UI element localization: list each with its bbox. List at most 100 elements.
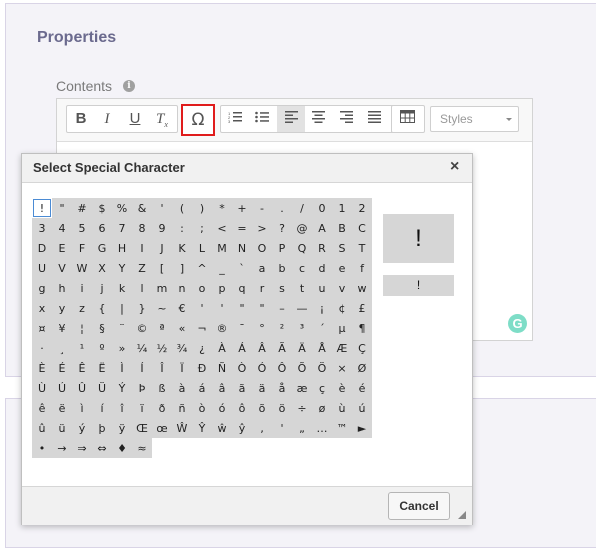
close-icon[interactable]: × [450, 158, 459, 176]
align-right-button[interactable] [334, 107, 358, 131]
character-cell[interactable]: $ [92, 198, 112, 218]
character-cell[interactable]: ≈ [132, 438, 152, 458]
character-cell[interactable]: Z [132, 258, 152, 278]
character-cell[interactable]: ÷ [292, 398, 312, 418]
character-cell[interactable]: ê [32, 398, 52, 418]
character-cell[interactable]: » [112, 338, 132, 358]
character-cell[interactable]: Ò [232, 358, 252, 378]
character-cell[interactable]: g [32, 278, 52, 298]
character-cell[interactable]: ï [132, 398, 152, 418]
grammarly-icon[interactable]: G [508, 314, 527, 333]
character-cell[interactable]: i [72, 278, 92, 298]
character-cell[interactable]: I [132, 238, 152, 258]
character-cell[interactable]: ¶ [352, 318, 372, 338]
character-cell[interactable]: → [52, 438, 72, 458]
character-cell[interactable]: Ŷ [192, 418, 212, 438]
character-cell[interactable]: [ [152, 258, 172, 278]
character-cell[interactable]: m [152, 278, 172, 298]
character-cell[interactable]: · [32, 338, 52, 358]
character-cell[interactable]: Þ [132, 378, 152, 398]
character-cell[interactable]: ' [192, 298, 212, 318]
character-cell[interactable]: 2 [352, 198, 372, 218]
character-cell[interactable]: — [292, 298, 312, 318]
character-cell[interactable]: œ [152, 418, 172, 438]
character-cell[interactable]: % [112, 198, 132, 218]
character-cell[interactable]: - [252, 198, 272, 218]
character-cell[interactable]: N [232, 238, 252, 258]
character-cell[interactable]: „ [292, 418, 312, 438]
clear-format-button[interactable]: Tx [150, 107, 174, 131]
character-cell[interactable]: ô [232, 398, 252, 418]
character-cell[interactable]: A [312, 218, 332, 238]
character-cell[interactable]: æ [292, 378, 312, 398]
character-cell[interactable]: î [112, 398, 132, 418]
character-cell[interactable]: M [212, 238, 232, 258]
cancel-button[interactable]: Cancel [388, 492, 450, 520]
character-cell[interactable]: k [112, 278, 132, 298]
character-cell[interactable]: | [112, 298, 132, 318]
character-cell[interactable]: ë [52, 398, 72, 418]
character-cell[interactable]: ¾ [172, 338, 192, 358]
character-cell[interactable]: } [132, 298, 152, 318]
character-cell[interactable]: ♦ [112, 438, 132, 458]
character-cell[interactable]: ½ [152, 338, 172, 358]
character-cell[interactable]: … [312, 418, 332, 438]
character-cell[interactable]: â [212, 378, 232, 398]
character-cell[interactable]: ö [272, 398, 292, 418]
character-cell[interactable]: É [52, 358, 72, 378]
character-cell[interactable]: ; [192, 218, 212, 238]
character-cell[interactable]: 6 [92, 218, 112, 238]
character-cell[interactable]: V [52, 258, 72, 278]
character-cell[interactable]: Ì [112, 358, 132, 378]
character-cell[interactable]: ŷ [232, 418, 252, 438]
character-cell[interactable]: C [352, 218, 372, 238]
character-cell[interactable]: È [32, 358, 52, 378]
character-cell[interactable]: ø [312, 398, 332, 418]
character-cell[interactable]: ) [192, 198, 212, 218]
character-cell[interactable]: Q [292, 238, 312, 258]
character-cell[interactable]: q [232, 278, 252, 298]
character-cell[interactable]: ° [252, 318, 272, 338]
character-cell[interactable]: ß [152, 378, 172, 398]
character-cell[interactable]: ™ [332, 418, 352, 438]
character-cell[interactable]: * [212, 198, 232, 218]
character-cell[interactable]: O [252, 238, 272, 258]
resize-handle-icon[interactable] [458, 511, 466, 519]
character-cell[interactable]: Æ [332, 338, 352, 358]
character-cell[interactable]: " [52, 198, 72, 218]
character-cell[interactable]: Ü [92, 378, 112, 398]
character-cell[interactable]: ⇒ [72, 438, 92, 458]
character-cell[interactable]: « [172, 318, 192, 338]
character-cell[interactable]: á [192, 378, 212, 398]
character-cell[interactable]: L [192, 238, 212, 258]
character-cell[interactable]: # [72, 198, 92, 218]
align-center-button[interactable] [306, 107, 330, 131]
character-cell[interactable]: Ú [52, 378, 72, 398]
character-cell[interactable]: ã [232, 378, 252, 398]
character-cell[interactable]: y [52, 298, 72, 318]
character-cell[interactable]: < [212, 218, 232, 238]
character-cell[interactable]: • [32, 438, 52, 458]
character-cell[interactable]: Ý [112, 378, 132, 398]
character-cell[interactable]: ^ [192, 258, 212, 278]
character-cell[interactable]: z [72, 298, 92, 318]
special-character-button[interactable]: Ω [181, 104, 215, 136]
character-cell[interactable]: / [292, 198, 312, 218]
character-cell[interactable]: Å [312, 338, 332, 358]
character-cell[interactable]: d [312, 258, 332, 278]
character-cell[interactable]: 9 [152, 218, 172, 238]
character-cell[interactable]: Ä [292, 338, 312, 358]
character-cell[interactable]: ´ [312, 318, 332, 338]
character-cell[interactable]: T [352, 238, 372, 258]
character-cell[interactable]: Ø [352, 358, 372, 378]
character-cell[interactable]: : [172, 218, 192, 238]
character-cell[interactable]: Õ [292, 358, 312, 378]
character-cell[interactable]: © [132, 318, 152, 338]
character-cell[interactable]: û [32, 418, 52, 438]
character-cell[interactable]: ¸ [52, 338, 72, 358]
character-cell[interactable]: r [252, 278, 272, 298]
character-cell[interactable]: E [52, 238, 72, 258]
character-cell[interactable]: ¿ [192, 338, 212, 358]
character-cell[interactable]: P [272, 238, 292, 258]
character-cell[interactable]: Ô [272, 358, 292, 378]
